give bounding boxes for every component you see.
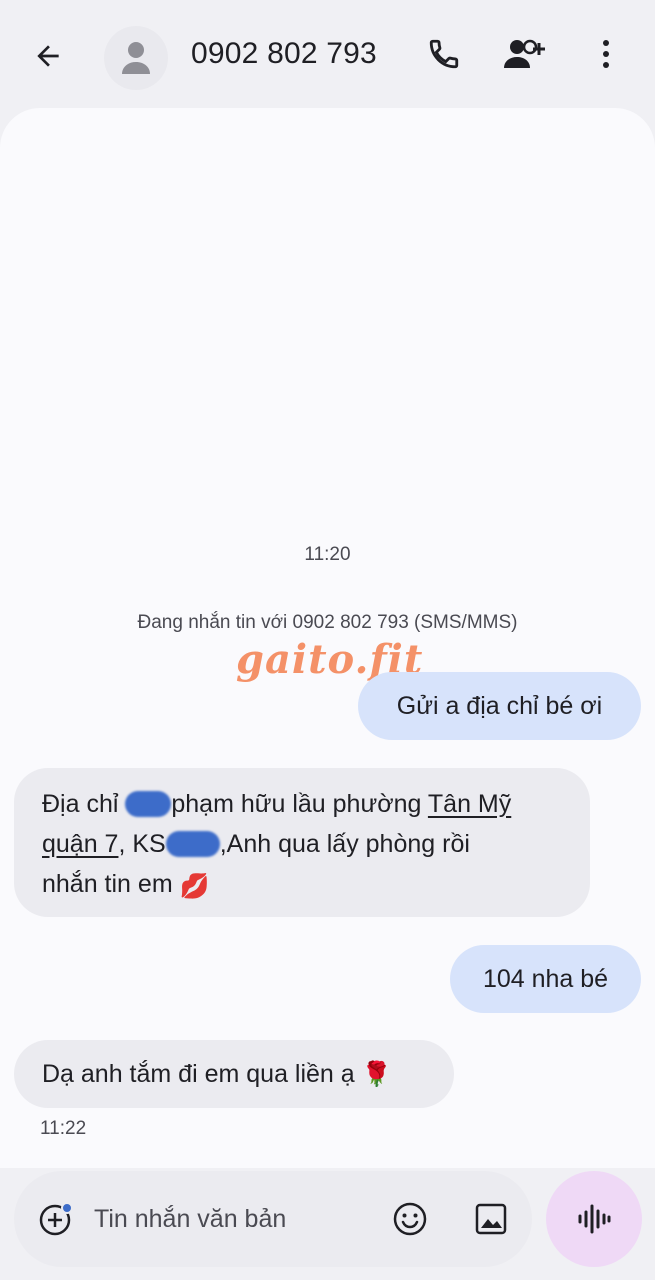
more-vert-icon [603, 40, 609, 68]
contact-name: 0902 802 793 [191, 37, 377, 70]
image-icon [475, 1203, 507, 1235]
add-circle-icon [39, 1202, 73, 1236]
message-text: nhắn tin em [42, 870, 173, 898]
address-link[interactable]: quận 7 [42, 830, 118, 858]
emoji-button[interactable] [388, 1197, 432, 1241]
incoming-message[interactable]: Địa chỉ phạm hữu lầu phường Tân Mỹ quận … [14, 768, 590, 917]
more-options-button[interactable] [586, 32, 626, 76]
gallery-button[interactable] [469, 1197, 513, 1241]
outgoing-message[interactable]: Gửi a địa chỉ bé ơi [358, 672, 641, 740]
person-icon [122, 42, 150, 74]
outgoing-message[interactable]: 104 nha bé [450, 945, 641, 1013]
messages-app: 0902 802 793 11:20 Đang nhắn tin với 090… [0, 0, 655, 1280]
message-text: ,Anh qua lấy phòng rồi [219, 830, 470, 858]
message-line-1: Địa chỉ phạm hữu lầu phường Tân Mỹ [42, 784, 570, 824]
add-person-icon [504, 39, 545, 68]
message-line-2: quận 7, KS ,Anh qua lấy phòng rồi [42, 824, 570, 864]
redaction-mark [165, 831, 220, 857]
phone-icon [429, 39, 459, 69]
avatar[interactable] [104, 26, 168, 90]
top-app-bar: 0902 802 793 [0, 0, 655, 108]
message-text: Dạ anh tắm đi em qua liền ạ [42, 1060, 355, 1088]
kiss-mark-emoji: 💋 [179, 872, 210, 900]
arrow-back-icon [37, 45, 59, 67]
emoji-icon [393, 1202, 427, 1236]
sms-info-line: Đang nhắn tin với 0902 802 793 (SMS/MMS) [137, 612, 518, 633]
add-attachment-button[interactable] [34, 1197, 78, 1241]
compose-bar [14, 1171, 532, 1267]
conversation-thread[interactable]: 11:20 Đang nhắn tin với 0902 802 793 (SM… [0, 108, 655, 1168]
message-text: phạm hữu lầu phường [171, 790, 428, 818]
voice-waveform-icon [578, 1204, 611, 1234]
timestamp-bottom: 11:22 [40, 1118, 87, 1139]
redaction-mark [125, 791, 172, 817]
message-text: , KS [118, 830, 166, 858]
add-contact-button[interactable] [502, 32, 550, 76]
voice-message-button[interactable] [546, 1171, 642, 1267]
rose-emoji: 🌹 [361, 1060, 392, 1088]
message-line-3: nhắn tin em 💋 [42, 864, 570, 906]
incoming-message[interactable]: Dạ anh tắm đi em qua liền ạ 🌹 [14, 1040, 454, 1108]
timestamp-top: 11:20 [304, 544, 351, 565]
message-text: Gửi a địa chỉ bé ơi [396, 692, 603, 720]
message-text: 104 nha bé [482, 965, 609, 993]
back-button[interactable] [26, 34, 70, 78]
address-link[interactable]: Tân Mỹ [428, 790, 511, 818]
call-button[interactable] [422, 32, 466, 76]
message-input[interactable] [94, 1199, 374, 1239]
message-text: Địa chỉ [42, 790, 126, 818]
